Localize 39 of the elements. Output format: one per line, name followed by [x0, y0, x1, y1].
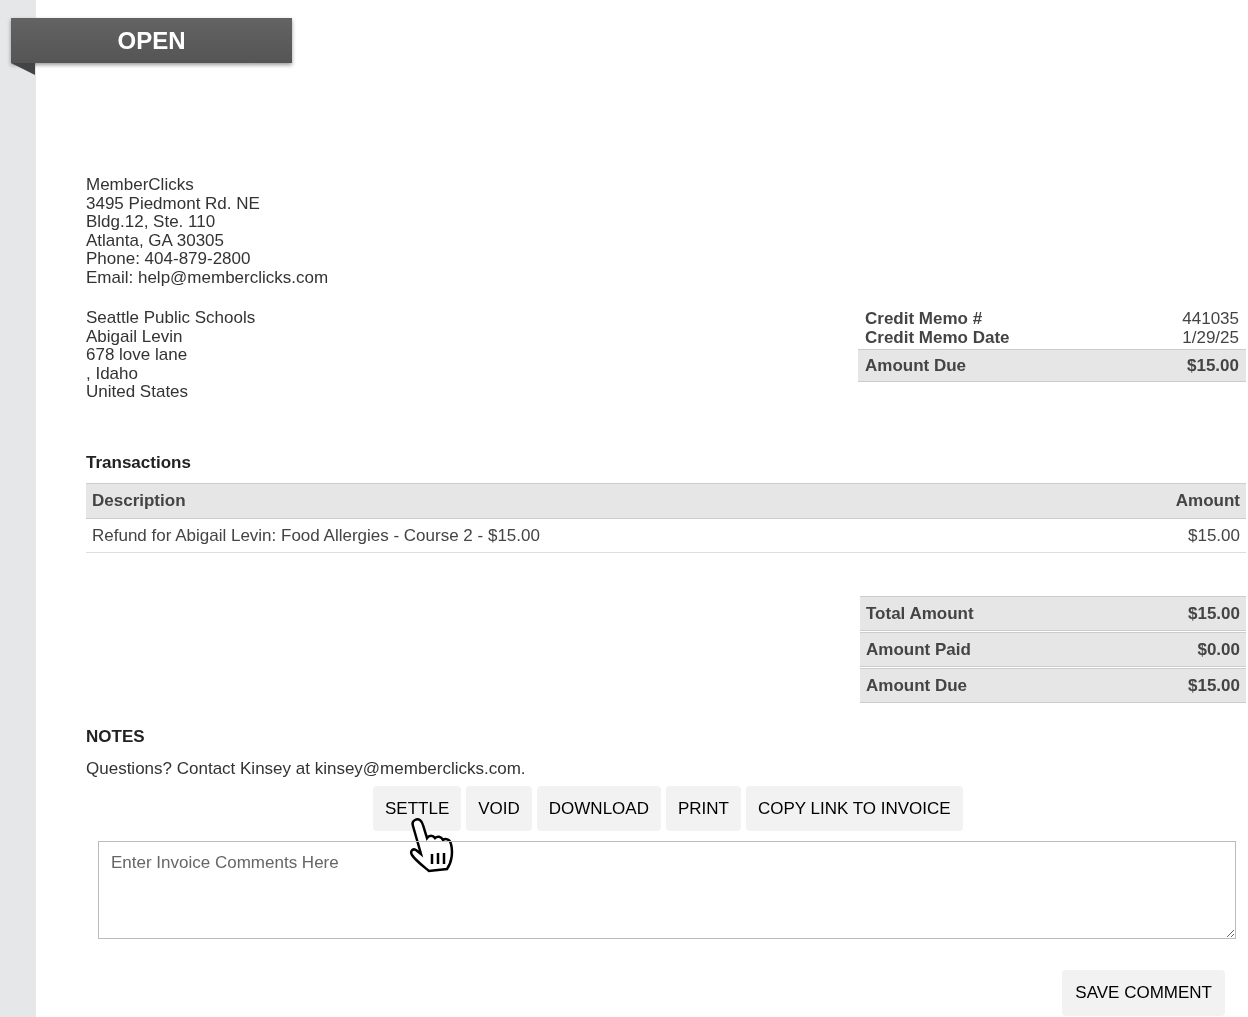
address-line: United States: [86, 383, 190, 402]
memo-value: $15.00: [1187, 354, 1239, 377]
memo-value: 1/29/25: [1182, 328, 1239, 347]
address-line: , Idaho: [86, 364, 139, 383]
table-cell-text: Refund for Abigail Levin: Food Allergies - Course 2 - $15.00: [92, 524, 540, 547]
memo-label: Amount Due: [865, 354, 967, 377]
totals-label: Amount Paid: [866, 638, 971, 661]
address-line: Abigail Levin: [86, 327, 184, 346]
action-button[interactable]: DOWNLOAD: [536, 786, 661, 831]
address-line: Seattle Public Schools: [86, 309, 256, 328]
memo-label: Credit Memo #: [865, 309, 983, 328]
totals-value: $0.00: [1197, 638, 1240, 661]
address-line: Atlanta, GA 30305: [86, 231, 225, 250]
save-comment-button[interactable]: SAVE COMMENT: [1062, 970, 1225, 1016]
address-line: MemberClicks: [86, 176, 195, 195]
action-button[interactable]: SETTLE: [373, 786, 462, 831]
memo-value: 441035: [1182, 309, 1239, 328]
address-line: Bldg.12, Ste. 110: [86, 213, 217, 232]
totals-value: $15.00: [1188, 602, 1240, 625]
address-line: Phone: 404-879-2800: [86, 250, 252, 269]
address-line: Email: help@memberclicks.com: [86, 268, 330, 287]
action-button[interactable]: PRINT: [665, 786, 741, 831]
address-line: 678 love lane: [86, 346, 189, 365]
totals-label: Total Amount: [866, 602, 974, 625]
notes-text: Questions? Contact Kinsey at kinsey@memberclicks.com.: [86, 757, 527, 780]
address-line: 3495 Piedmont Rd. NE: [86, 194, 261, 213]
totals-value: $15.00: [1188, 674, 1240, 697]
action-button[interactable]: COPY LINK TO INVOICE: [745, 786, 963, 831]
column-header: Description: [92, 490, 186, 513]
notes-title: NOTES: [86, 726, 146, 748]
column-header: Amount: [1175, 490, 1240, 513]
comment-field[interactable]: Enter Invoice Comments Here: [98, 841, 1236, 939]
action-button[interactable]: VOID: [466, 786, 532, 831]
status-ribbon: OPEN: [11, 18, 292, 63]
table-cell-text: $15.00: [1188, 524, 1240, 547]
ribbon-fold-drawing: [11, 63, 35, 75]
section-title: Transactions: [86, 451, 192, 474]
totals-label: Amount Due: [866, 674, 968, 697]
memo-label: Credit Memo Date: [865, 328, 1010, 347]
